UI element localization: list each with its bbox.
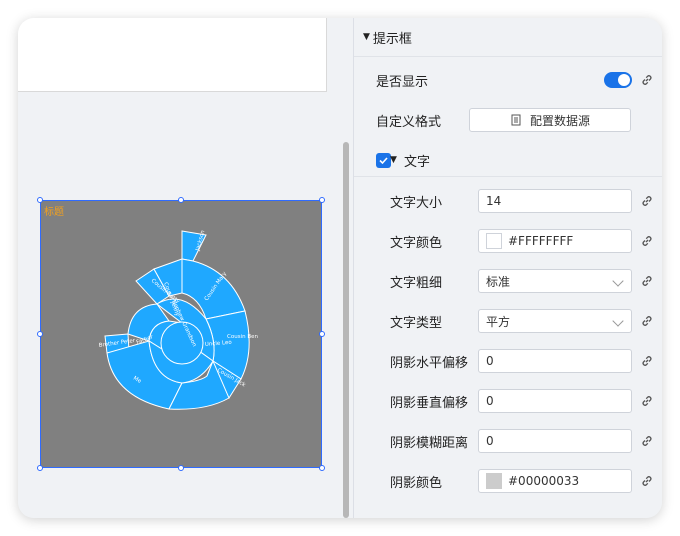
shadow-color-row: 阴影颜色 #00000033 — [354, 468, 662, 494]
shadow-color-input[interactable]: #00000033 — [478, 469, 632, 493]
resize-handle-br[interactable] — [319, 465, 325, 471]
property-panel: ▼ 提示框 是否显示 自定义格式 配置数据源 ▼ 文字 文字大小 14 文字颜色… — [354, 18, 662, 518]
section-divider — [354, 176, 662, 177]
shadow-x-input[interactable]: 0 — [478, 349, 632, 373]
resize-handle-ml[interactable] — [37, 331, 43, 337]
font-weight-select[interactable]: 标准 — [478, 269, 632, 293]
show-toggle[interactable] — [604, 72, 632, 88]
shadow-x-row: 阴影水平偏移 0 — [354, 348, 662, 374]
check-icon — [379, 156, 388, 164]
data-source-button[interactable]: 配置数据源 — [469, 108, 631, 132]
chevron-down-icon — [612, 315, 624, 327]
font-color-input[interactable]: #FFFFFFFF — [478, 229, 632, 253]
link-icon[interactable] — [640, 274, 654, 288]
shadow-color-label: 阴影颜色 — [390, 475, 443, 491]
font-type-select[interactable]: 平方 — [478, 309, 632, 333]
app-window: 标题 Jackson Cousin Mary Cousin Ben Cousin… — [18, 18, 662, 518]
shadow-blur-label: 阴影模糊距离 — [390, 435, 469, 451]
link-icon[interactable] — [640, 394, 654, 408]
resize-handle-tl[interactable] — [37, 197, 43, 203]
link-icon[interactable] — [640, 314, 654, 328]
link-icon[interactable] — [640, 354, 654, 368]
shadow-x-label: 阴影水平偏移 — [390, 355, 469, 371]
chart-label: Cousin Ben — [227, 334, 258, 340]
section-title: 提示框 — [372, 31, 412, 47]
resize-handle-bc[interactable] — [178, 465, 184, 471]
color-swatch[interactable] — [486, 473, 502, 489]
chart-label: Jackson — [195, 229, 207, 252]
font-type-label: 文字类型 — [390, 315, 443, 331]
caret-down-icon: ▼ — [363, 32, 370, 42]
font-color-label: 文字颜色 — [390, 235, 443, 251]
document-icon — [511, 114, 521, 126]
link-icon[interactable] — [640, 194, 654, 208]
custom-format-row: 自定义格式 配置数据源 — [354, 107, 662, 133]
color-swatch[interactable] — [486, 233, 502, 249]
canvas-scrollbar[interactable] — [343, 142, 349, 518]
text-section-label: 文字 — [404, 154, 431, 170]
font-color-row: 文字颜色 #FFFFFFFF — [354, 228, 662, 254]
font-weight-row: 文字粗细 标准 — [354, 268, 662, 294]
custom-format-label: 自定义格式 — [376, 114, 442, 130]
sunburst-chart: Jackson Cousin Mary Cousin Ben Cousin Ja… — [98, 229, 258, 410]
canvas-area: 标题 Jackson Cousin Mary Cousin Ben Cousin… — [18, 18, 353, 518]
shadow-blur-row: 阴影模糊距离 0 — [354, 428, 662, 454]
data-source-button-label: 配置数据源 — [529, 113, 590, 128]
link-icon[interactable] — [640, 234, 654, 248]
show-row: 是否显示 — [354, 67, 662, 93]
text-checkbox[interactable] — [376, 152, 391, 168]
shadow-y-row: 阴影垂直偏移 0 — [354, 388, 662, 414]
link-icon[interactable] — [640, 474, 654, 488]
text-section-row: ▼ 文字 — [354, 147, 662, 173]
shadow-y-label: 阴影垂直偏移 — [390, 395, 469, 411]
link-icon[interactable] — [640, 73, 654, 87]
resize-handle-bl[interactable] — [37, 465, 43, 471]
chevron-down-icon — [612, 275, 624, 287]
show-label: 是否显示 — [376, 74, 429, 90]
resize-handle-tc[interactable] — [178, 197, 184, 203]
font-type-row: 文字类型 平方 — [354, 308, 662, 334]
font-size-input[interactable]: 14 — [478, 189, 632, 213]
font-weight-label: 文字粗细 — [390, 275, 443, 291]
link-icon[interactable] — [640, 434, 654, 448]
tooltip-section-header[interactable]: ▼ 提示框 — [354, 18, 662, 57]
font-size-row: 文字大小 14 — [354, 188, 662, 214]
sunburst-widget[interactable]: 标题 Jackson Cousin Mary Cousin Ben Cousin… — [40, 200, 322, 468]
caret-down-icon[interactable]: ▼ — [390, 155, 397, 165]
shadow-blur-input[interactable]: 0 — [478, 429, 632, 453]
canvas-top-card[interactable] — [18, 18, 327, 92]
shadow-y-input[interactable]: 0 — [478, 389, 632, 413]
font-size-label: 文字大小 — [390, 195, 443, 211]
resize-handle-mr[interactable] — [319, 331, 325, 337]
resize-handle-tr[interactable] — [319, 197, 325, 203]
